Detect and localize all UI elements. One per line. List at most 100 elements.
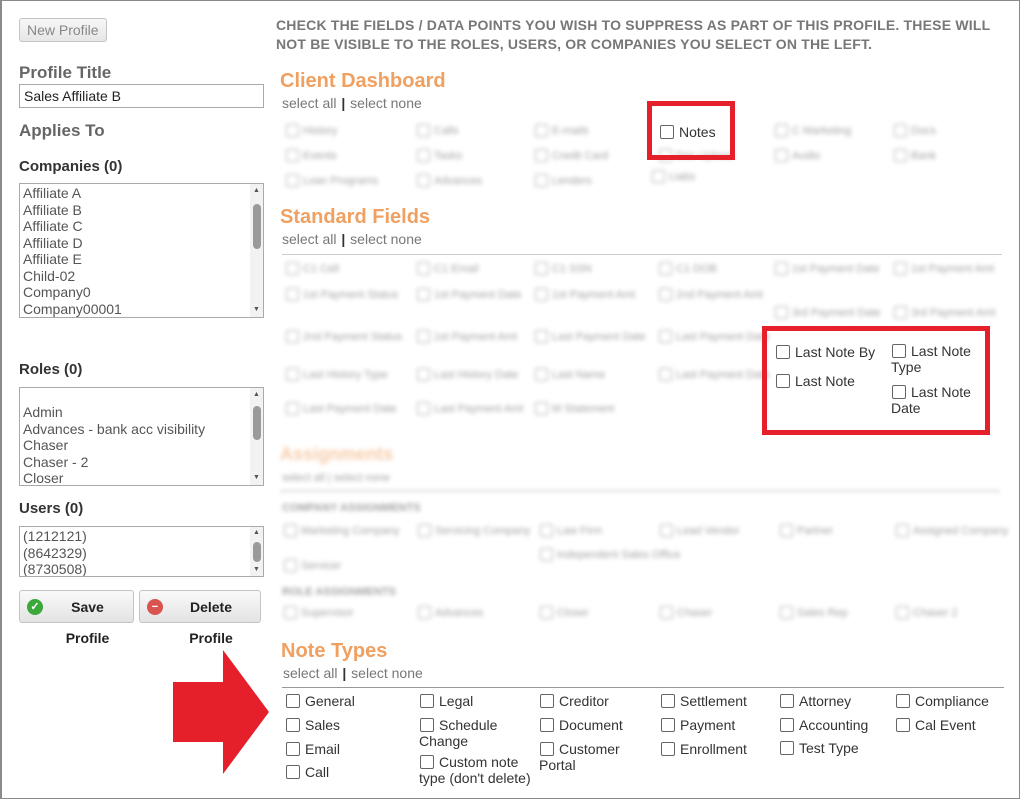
scroll-down-icon[interactable]: ▼ xyxy=(250,305,263,315)
separator: | xyxy=(341,231,346,247)
scroll-up-icon[interactable]: ▲ xyxy=(250,528,263,538)
scroll-thumb[interactable] xyxy=(253,542,261,562)
scroll-up-icon[interactable]: ▲ xyxy=(250,186,263,196)
note-type-schedule-change-checkbox[interactable]: Schedule Change xyxy=(419,717,497,749)
list-item[interactable]: Child-02 xyxy=(20,268,263,285)
scrollbar[interactable]: ▲ ▼ xyxy=(250,388,263,485)
note-type-custom-checkbox[interactable]: Custom note type (don't delete) xyxy=(419,754,531,786)
note-type-test-type-checkbox[interactable]: Test Type xyxy=(780,740,859,756)
checkbox-box[interactable] xyxy=(286,694,300,708)
scroll-down-icon[interactable]: ▼ xyxy=(250,565,263,575)
list-item[interactable]: Chaser - 2 xyxy=(20,454,263,471)
companies-options: Affiliate A Affiliate B Affiliate C Affi… xyxy=(20,184,263,317)
note-type-label: Settlement xyxy=(680,693,747,709)
client-dashboard-blurred-fields: History Calls E-mails C Marketing Docs E… xyxy=(282,120,1002,190)
note-type-cal-event-checkbox[interactable]: Cal Event xyxy=(896,717,976,733)
note-type-label: Accounting xyxy=(799,717,869,733)
checkbox-box[interactable] xyxy=(661,694,675,708)
checkbox-box[interactable] xyxy=(420,718,434,732)
list-item[interactable]: Affiliate A xyxy=(20,185,263,202)
note-type-sales-checkbox[interactable]: Sales xyxy=(286,717,340,733)
note-types-title: Note Types xyxy=(281,640,388,662)
list-item[interactable]: (1212121) xyxy=(20,528,263,545)
note-type-label: Cal Event xyxy=(915,717,976,733)
scrollbar[interactable]: ▲ ▼ xyxy=(250,527,263,576)
checkbox-box[interactable] xyxy=(661,718,675,732)
divider xyxy=(282,687,1004,688)
checkbox-box[interactable] xyxy=(896,718,910,732)
checkbox-box[interactable] xyxy=(286,765,300,779)
delete-profile-button[interactable]: − Delete Profile xyxy=(139,590,261,646)
checkbox-box[interactable] xyxy=(286,742,300,756)
note-type-general-checkbox[interactable]: General xyxy=(286,693,355,709)
note-type-compliance-checkbox[interactable]: Compliance xyxy=(896,693,989,709)
list-item[interactable]: Affiliate E xyxy=(20,251,263,268)
list-item[interactable]: Closer xyxy=(20,470,263,485)
note-type-label: Call xyxy=(305,764,330,780)
roles-listbox[interactable]: Admin Advances - bank acc visibility Cha… xyxy=(19,387,264,486)
checkbox-box[interactable] xyxy=(661,742,675,756)
scroll-thumb[interactable] xyxy=(253,406,261,440)
checkbox-box[interactable] xyxy=(420,755,434,769)
note-type-document-checkbox[interactable]: Document xyxy=(540,717,623,733)
note-type-enrollment-checkbox[interactable]: Enrollment xyxy=(661,741,747,757)
select-none-link[interactable]: select none xyxy=(350,231,422,247)
roles-label: Roles (0) xyxy=(19,361,83,378)
companies-listbox[interactable]: Affiliate A Affiliate B Affiliate C Affi… xyxy=(19,183,264,318)
select-none-link[interactable]: select none xyxy=(350,95,422,111)
select-all-link[interactable]: select all xyxy=(283,665,337,681)
list-item[interactable]: Admin xyxy=(20,404,263,421)
list-item[interactable]: Advances - bank acc visibility xyxy=(20,421,263,438)
scroll-down-icon[interactable]: ▼ xyxy=(250,473,263,483)
save-profile-button[interactable]: ✓ Save Profile xyxy=(19,590,134,646)
scroll-thumb[interactable] xyxy=(253,204,261,249)
list-item[interactable]: Chaser xyxy=(20,437,263,454)
note-type-attorney-checkbox[interactable]: Attorney xyxy=(780,693,851,709)
list-item[interactable]: (8642329) xyxy=(20,545,263,562)
note-type-creditor-checkbox[interactable]: Creditor xyxy=(540,693,609,709)
select-all-link[interactable]: select all xyxy=(282,95,336,111)
profile-title-label: Profile Title xyxy=(19,63,112,82)
list-item[interactable]: (8730508) xyxy=(20,561,263,576)
select-none-link[interactable]: select none xyxy=(351,665,423,681)
list-item[interactable]: Affiliate C xyxy=(20,218,263,235)
scroll-up-icon[interactable]: ▲ xyxy=(250,390,263,400)
list-item[interactable]: Affiliate B xyxy=(20,202,263,219)
checkbox-box[interactable] xyxy=(780,741,794,755)
checkbox-box[interactable] xyxy=(540,694,554,708)
checkbox-box[interactable] xyxy=(896,694,910,708)
checkbox-box[interactable] xyxy=(540,718,554,732)
note-type-settlement-checkbox[interactable]: Settlement xyxy=(661,693,747,709)
note-type-label: Document xyxy=(559,717,623,733)
users-listbox[interactable]: (1212121) (8642329) (8730508) ▲ ▼ xyxy=(19,526,264,577)
note-type-accounting-checkbox[interactable]: Accounting xyxy=(780,717,868,733)
checkbox-box[interactable] xyxy=(286,718,300,732)
note-type-email-checkbox[interactable]: Email xyxy=(286,741,340,757)
note-type-customer-portal-checkbox[interactable]: Customer Portal xyxy=(539,741,620,773)
list-item[interactable]: Affiliate D xyxy=(20,235,263,252)
new-profile-button[interactable]: New Profile xyxy=(19,18,107,42)
note-type-payment-checkbox[interactable]: Payment xyxy=(661,717,735,733)
profile-title-input[interactable]: Sales Affiliate B xyxy=(19,84,264,108)
list-item[interactable]: Company00001 xyxy=(20,301,263,318)
roles-options: Admin Advances - bank acc visibility Cha… xyxy=(20,388,263,485)
note-type-call-checkbox[interactable]: Call xyxy=(286,764,329,780)
standard-fields-title: Standard Fields xyxy=(280,206,431,228)
red-arrow-icon xyxy=(173,650,269,774)
note-type-label: Compliance xyxy=(915,693,989,709)
scrollbar[interactable]: ▲ ▼ xyxy=(250,184,263,317)
divider xyxy=(282,254,1002,255)
checkbox-box[interactable] xyxy=(780,718,794,732)
separator: | xyxy=(342,665,347,681)
checkbox-box[interactable] xyxy=(780,694,794,708)
checkbox-box[interactable] xyxy=(420,694,434,708)
client-dashboard-title: Client Dashboard xyxy=(280,70,446,92)
save-profile-label: Save Profile xyxy=(65,599,110,646)
note-type-legal-checkbox[interactable]: Legal xyxy=(420,693,473,709)
list-item[interactable]: Company0 xyxy=(20,284,263,301)
highlight-box-last-note xyxy=(762,326,990,435)
note-type-label: Creditor xyxy=(559,693,609,709)
select-all-link[interactable]: select all xyxy=(282,231,336,247)
checkbox-box[interactable] xyxy=(540,742,554,756)
note-type-label: Email xyxy=(305,741,341,757)
